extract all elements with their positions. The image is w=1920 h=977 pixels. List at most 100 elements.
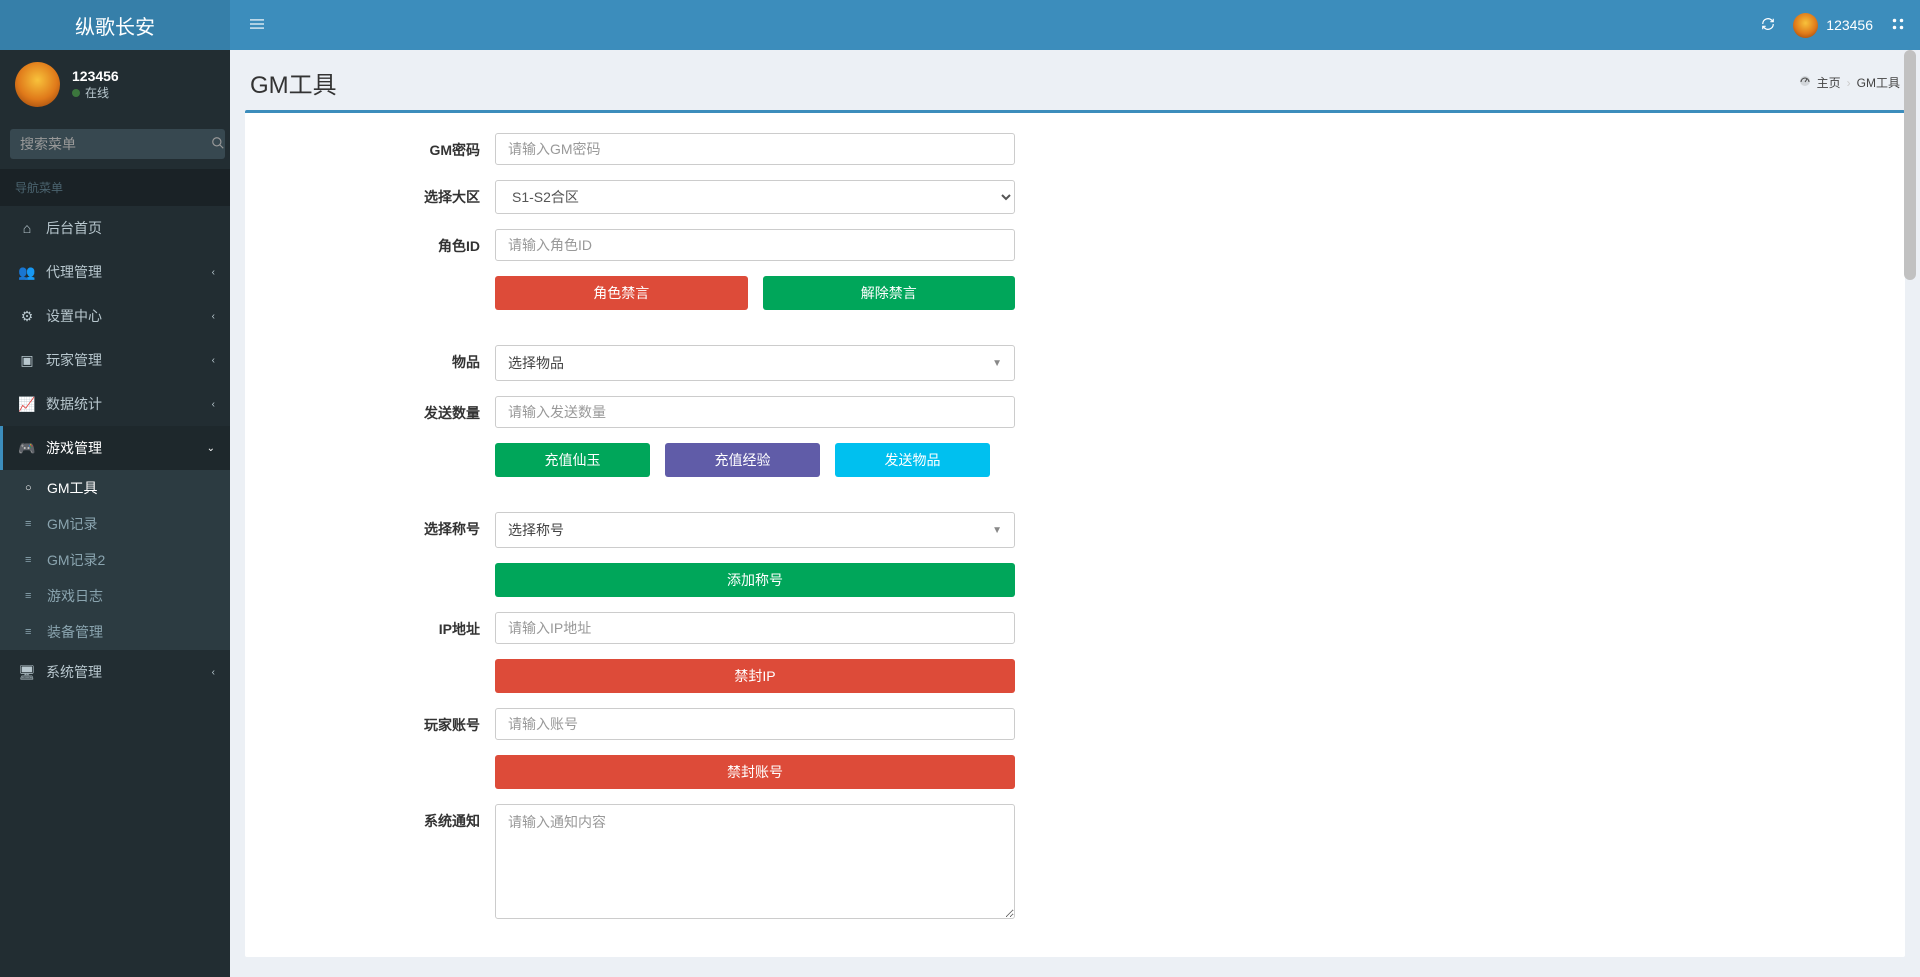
home-icon: ⌂: [18, 220, 36, 236]
refresh-button[interactable]: [1761, 17, 1775, 34]
nav-agent[interactable]: 👥 代理管理 ‹: [0, 250, 230, 294]
chevron-down-icon: ▼: [992, 358, 1002, 369]
ban-ip-button[interactable]: 禁封IP: [495, 659, 1015, 693]
top-user-label: 123456: [1826, 17, 1873, 33]
sidebar-search: [0, 119, 230, 169]
nav-game[interactable]: 🎮 游戏管理 ⌄: [0, 426, 230, 470]
search-icon: [211, 136, 225, 153]
vertical-scrollbar[interactable]: [1904, 50, 1916, 977]
sub-gm-log2-label: GM记录2: [47, 550, 105, 570]
sub-gm-tools[interactable]: ○ GM工具: [0, 470, 230, 506]
zone-label: 选择大区: [255, 180, 495, 207]
chevron-left-icon: ‹: [212, 399, 215, 410]
recharge-exp-button[interactable]: 充值经验: [665, 443, 820, 477]
chevron-left-icon: ‹: [212, 667, 215, 678]
role-unban-button[interactable]: 解除禁言: [763, 276, 1016, 310]
list-icon: ≡: [25, 626, 39, 638]
sub-gm-log-label: GM记录: [47, 514, 98, 534]
chevron-left-icon: ‹: [212, 355, 215, 366]
sidebar: 纵歌长安 123456 在线 导航菜单: [0, 0, 230, 977]
role-id-label: 角色ID: [255, 229, 495, 256]
nav-header: 导航菜单: [0, 169, 230, 206]
item-select[interactable]: 选择物品 ▼: [495, 345, 1015, 381]
nav-agent-label: 代理管理: [46, 262, 102, 282]
title-select-text: 选择称号: [508, 520, 564, 540]
settings-button[interactable]: [1891, 17, 1905, 34]
notice-textarea[interactable]: [495, 804, 1015, 919]
item-label: 物品: [255, 345, 495, 372]
list-icon: ≡: [25, 590, 39, 602]
chart-icon: 📈: [18, 396, 36, 413]
sub-game-log[interactable]: ≡ 游戏日志: [0, 578, 230, 614]
list-icon: ≡: [25, 554, 39, 566]
form-box: GM密码 选择大区 S1-S2合区 角色ID: [245, 110, 1905, 957]
top-avatar: [1793, 13, 1818, 38]
nav-settings[interactable]: ⚙ 设置中心 ‹: [0, 294, 230, 338]
ip-input[interactable]: [495, 612, 1015, 644]
page-title: GM工具: [250, 65, 337, 100]
chevron-left-icon: ‹: [212, 267, 215, 278]
zone-select[interactable]: S1-S2合区: [495, 180, 1015, 214]
title-select[interactable]: 选择称号 ▼: [495, 512, 1015, 548]
circle-icon: ○: [25, 482, 39, 494]
nav-stats-label: 数据统计: [46, 394, 102, 414]
file-icon: ▣: [18, 352, 36, 369]
users-icon: 👥: [18, 264, 36, 281]
nav-system[interactable]: 🖥 系统管理 ‹: [0, 650, 230, 694]
account-input[interactable]: [495, 708, 1015, 740]
nav-game-submenu: ○ GM工具 ≡ GM记录 ≡ GM记录2 ≡ 游戏日志 ≡ 装备管理: [0, 470, 230, 650]
dashboard-icon: [1799, 75, 1811, 90]
app-logo[interactable]: 纵歌长安: [0, 0, 230, 50]
user-status: 在线: [72, 84, 119, 101]
recharge-jade-button[interactable]: 充值仙玉: [495, 443, 650, 477]
top-nav: 123456: [230, 0, 1920, 50]
breadcrumb-home[interactable]: 主页: [1817, 74, 1841, 91]
sub-equip-label: 装备管理: [47, 622, 103, 642]
item-select-text: 选择物品: [508, 353, 564, 373]
scrollbar-thumb[interactable]: [1904, 50, 1916, 280]
status-online-icon: [72, 89, 80, 97]
sub-gm-log[interactable]: ≡ GM记录: [0, 506, 230, 542]
chevron-down-icon: ⌄: [207, 443, 215, 454]
sub-gm-log2[interactable]: ≡ GM记录2: [0, 542, 230, 578]
role-id-input[interactable]: [495, 229, 1015, 261]
breadcrumb-separator: ›: [1847, 76, 1851, 90]
title-label: 选择称号: [255, 512, 495, 539]
send-qty-input[interactable]: [495, 396, 1015, 428]
nav-home[interactable]: ⌂ 后台首页: [0, 206, 230, 250]
chevron-down-icon: ▼: [992, 525, 1002, 536]
nav-system-label: 系统管理: [46, 662, 102, 682]
gm-password-label: GM密码: [255, 133, 495, 160]
nav-stats[interactable]: 📈 数据统计 ‹: [0, 382, 230, 426]
toggle-sidebar-button[interactable]: [245, 12, 269, 39]
role-ban-button[interactable]: 角色禁言: [495, 276, 748, 310]
nav-player[interactable]: ▣ 玩家管理 ‹: [0, 338, 230, 382]
user-status-text: 在线: [85, 84, 109, 101]
user-panel: 123456 在线: [0, 50, 230, 119]
gm-password-input[interactable]: [495, 133, 1015, 165]
list-icon: ≡: [25, 518, 39, 530]
top-user-menu[interactable]: 123456: [1793, 13, 1873, 38]
nav-game-label: 游戏管理: [46, 438, 102, 458]
send-item-button[interactable]: 发送物品: [835, 443, 990, 477]
sub-game-log-label: 游戏日志: [47, 586, 103, 606]
add-title-button[interactable]: 添加称号: [495, 563, 1015, 597]
nav-home-label: 后台首页: [46, 218, 102, 238]
nav-settings-label: 设置中心: [46, 306, 102, 326]
breadcrumb-current: GM工具: [1857, 74, 1900, 91]
main: 123456 GM工具 主页 › GM工具 GM密码: [230, 0, 1920, 977]
user-avatar[interactable]: [15, 62, 60, 107]
desktop-icon: 🖥: [18, 664, 36, 681]
search-button[interactable]: [211, 129, 225, 159]
sub-gm-tools-label: GM工具: [47, 478, 98, 498]
user-name: 123456: [72, 68, 119, 84]
sub-equip[interactable]: ≡ 装备管理: [0, 614, 230, 650]
nav-menu: ⌂ 后台首页 👥 代理管理 ‹ ⚙ 设置中心 ‹ ▣ 玩家管理 ‹ 📈 数据统计: [0, 206, 230, 694]
gamepad-icon: 🎮: [18, 440, 36, 457]
ban-account-button[interactable]: 禁封账号: [495, 755, 1015, 789]
notice-label: 系统通知: [255, 804, 495, 831]
search-input[interactable]: [10, 129, 211, 159]
chevron-left-icon: ‹: [212, 311, 215, 322]
breadcrumb: 主页 › GM工具: [1799, 74, 1900, 91]
app-name: 纵歌长安: [75, 11, 155, 40]
